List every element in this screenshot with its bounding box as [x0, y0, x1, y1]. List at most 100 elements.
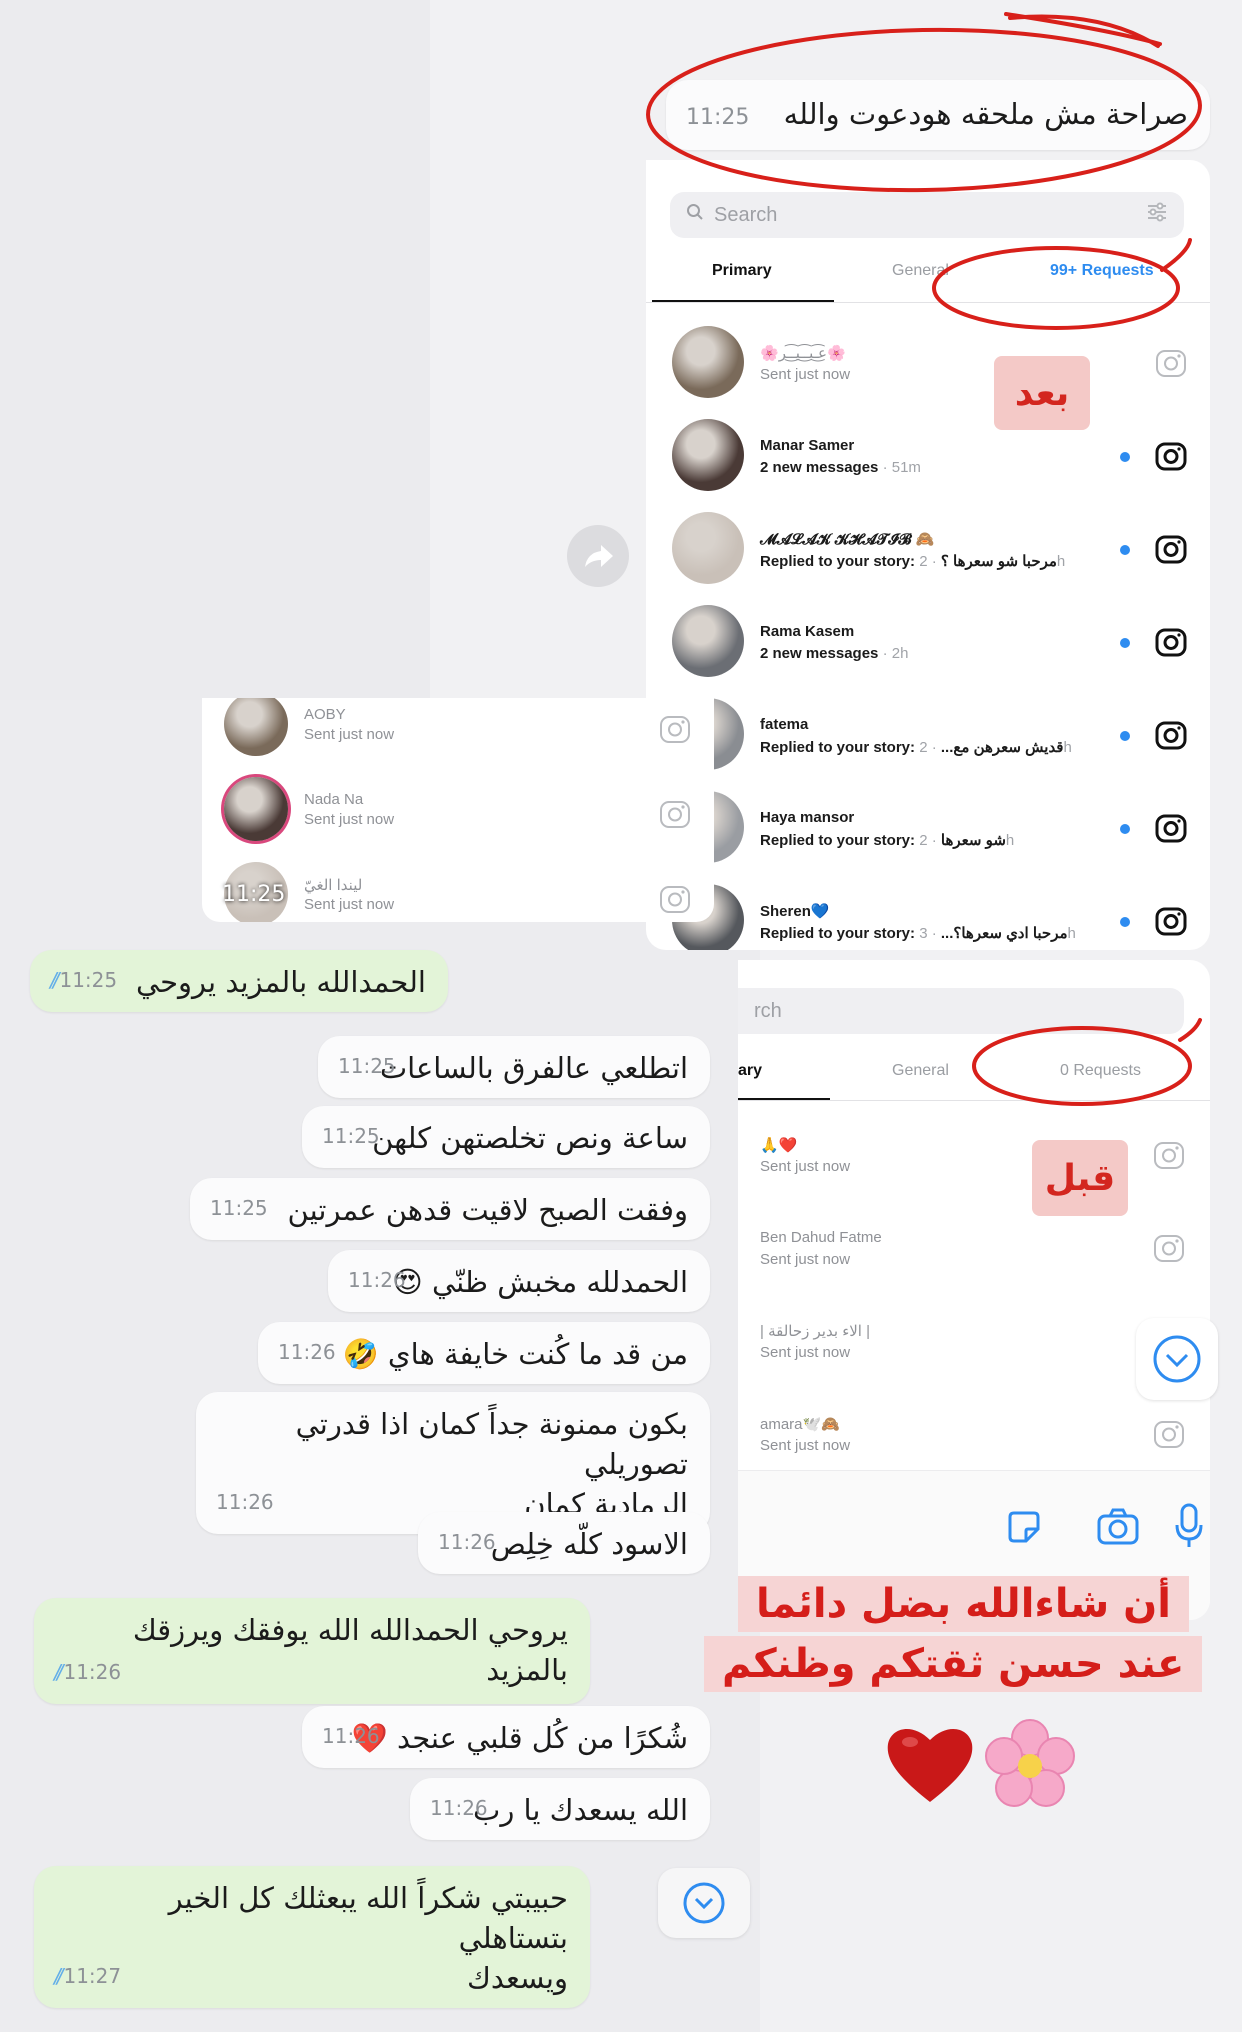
conversation-name: fatema [760, 716, 809, 733]
camera-icon[interactable] [1154, 532, 1188, 566]
conversation-row[interactable]: 🙏❤️ Sent just now [738, 1114, 1210, 1194]
forward-button[interactable] [567, 525, 629, 587]
tab-primary[interactable]: ary [738, 1062, 762, 1080]
conversation-name: Haya mansor [760, 809, 855, 826]
avatar [672, 605, 744, 677]
message-time-value: 11:25 [59, 968, 118, 992]
microphone-icon[interactable] [1174, 1503, 1204, 1553]
conversation-preview-text: Replied to your story: قديش سعرهن مع... [760, 739, 1064, 756]
conversation-preview: Sent just now [760, 1437, 850, 1454]
sticker-icon[interactable] [1004, 1507, 1044, 1551]
conversation-row[interactable]: Sheren💙 Replied to your story: مرحبا ادي … [646, 880, 1210, 950]
search-input[interactable]: Search [670, 192, 1184, 238]
conversation-row[interactable]: AOBY Sent just now [202, 698, 714, 768]
tab-primary[interactable]: Primary [712, 262, 772, 280]
conversation-preview: 2 new messages · 51m [760, 459, 921, 476]
conversation-row[interactable]: Haya mansor Replied to your story: شو سعر… [646, 787, 1210, 867]
annotation-line-1: أن شاءالله بضل دائما [738, 1576, 1189, 1632]
conversation-preview: Sent just now [760, 1158, 850, 1175]
conversation-time-ago: · 2h [878, 645, 909, 662]
conversation-row[interactable]: amara🕊️🙈 Sent just now [738, 1393, 1210, 1473]
conversation-preview: Sent just now [760, 1344, 850, 1361]
avatar [224, 777, 288, 841]
camera-icon[interactable] [1154, 346, 1188, 380]
camera-icon[interactable] [658, 712, 692, 746]
unread-dot [1120, 824, 1130, 834]
message-text: وفقت الصبح لاقيت قدهن عمرتين [287, 1193, 688, 1227]
received-message-bubble[interactable]: الحمدلله مخبش ظنّي 😍 11:26 [328, 1250, 710, 1312]
tab-requests[interactable]: 99+ Requests [1050, 262, 1154, 280]
conversation-preview-text: Replied to your story: مرحبا شو سعرها ؟ [760, 553, 1057, 570]
camera-icon[interactable] [1154, 811, 1188, 845]
received-message-bubble[interactable]: اتطلعي عالفرق بالساعات 11:25 [318, 1036, 710, 1098]
camera-icon[interactable] [1154, 718, 1188, 752]
conversation-row[interactable]: 🌸ع͜͡ـبـ͜͡ـيـ͜͡ـر🌸 Sent just now [646, 322, 1210, 402]
message-time: //11:26 [54, 1652, 121, 1692]
received-message-bubble[interactable]: الله يسعدك يا رب 11:26 [410, 1778, 710, 1840]
tab-general[interactable]: General [892, 1062, 949, 1080]
conversation-name: | الاء بدير زحالقة | [760, 1323, 871, 1340]
chat-scroll-down-button[interactable] [658, 1868, 750, 1938]
message-time: //11:25 [50, 960, 117, 1000]
camera-icon[interactable] [1152, 1417, 1186, 1451]
message-time: 11:26 [430, 1788, 488, 1828]
message-time: 11:26 [348, 1260, 406, 1300]
unread-dot [1120, 731, 1130, 741]
message-text: حبيبتي شكراً الله يبعثلك كل الخير بتستاه… [168, 1881, 568, 1995]
tab-general[interactable]: General [892, 262, 949, 280]
received-message-bubble[interactable]: من قد ما كُنت خايفة هاي 🤣 11:26 [258, 1322, 710, 1384]
camera-icon[interactable] [1096, 1507, 1140, 1551]
conversation-row[interactable]: 𝓜𝓐𝓛𝓐𝓚 𝓚𝓗𝓐𝓣𝓘𝓑 🙈 Replied to your story: مرح… [646, 508, 1210, 588]
camera-icon[interactable] [658, 882, 692, 916]
avatar [672, 419, 744, 491]
sent-message-bubble[interactable]: يروحي الحمدالله الله يوفقك ويرزقك بالمزي… [34, 1598, 590, 1704]
search-placeholder: Search [714, 203, 778, 226]
camera-icon[interactable] [1154, 625, 1188, 659]
unread-dot [1120, 452, 1130, 462]
conversation-time-ago: · 51m [878, 459, 921, 476]
tab-divider [738, 1100, 1210, 1101]
message-time: 11:26 [438, 1522, 496, 1562]
tab-requests[interactable]: 0 Requests [1060, 1062, 1141, 1080]
conversation-preview: Sent just now [304, 896, 394, 913]
message-time-value: 11:25 [322, 1124, 380, 1148]
conversation-row[interactable]: Nada Na Sent just now [202, 773, 714, 853]
conversation-preview-text: Sent just now [760, 1344, 851, 1361]
conversation-name: 🌸ع͜͡ـبـ͜͡ـيـ͜͡ـر🌸 [760, 345, 846, 362]
conversation-preview-text: 2 new messages [760, 645, 879, 662]
conversation-row[interactable]: fatema Replied to your story: قديش سعرهن … [646, 694, 1210, 774]
search-input[interactable]: rch [738, 988, 1184, 1034]
conversation-row[interactable]: Manar Samer 2 new messages · 51m [646, 415, 1210, 495]
camera-icon[interactable] [1154, 904, 1188, 938]
avatar [224, 698, 288, 756]
conversation-preview-text: Sent just now [760, 1251, 851, 1268]
conversation-preview-text: Replied to your story: شو سعرها [760, 832, 1006, 849]
conversation-preview: Replied to your story: قديش سعرهن مع... … [760, 738, 1072, 756]
conversation-preview-text: Sent just now [760, 1437, 851, 1454]
scroll-down-button[interactable] [1136, 1318, 1218, 1400]
received-message-bubble[interactable]: وفقت الصبح لاقيت قدهن عمرتين 11:25 [190, 1178, 710, 1240]
message-time: 11:25 [322, 1116, 380, 1156]
received-message-bubble[interactable]: ساعة ونص تخلصتهن كلهن 11:25 [302, 1106, 710, 1168]
conversation-preview: Sent just now [304, 726, 394, 743]
received-message-bubble[interactable]: الاسود كلّه خِلِص 11:26 [418, 1512, 710, 1574]
conversation-row[interactable]: Rama Kasem 2 new messages · 2h [646, 601, 1210, 681]
search-icon [686, 203, 704, 227]
received-message-bubble[interactable]: شُكرًا من كُل قلبي عنجد ❤️ 11:26 [302, 1706, 710, 1768]
message-text: صراحة مش ملحقه هودعوت والله [783, 97, 1188, 131]
camera-icon[interactable] [1154, 439, 1188, 473]
camera-icon[interactable] [1152, 1138, 1186, 1172]
sent-message-bubble[interactable]: حبيبتي شكراً الله يبعثلك كل الخير بتستاه… [34, 1866, 590, 2008]
message-time-value: 11:26 [348, 1268, 406, 1292]
sent-message-bubble[interactable]: الحمدالله بالمزيد يروحي//11:25 [30, 950, 448, 1012]
message-text: يروحي الحمدالله الله يوفقك ويرزقك بالمزي… [123, 1613, 568, 1687]
conversation-preview: 2 new messages · 2h [760, 645, 908, 662]
camera-icon[interactable] [1152, 1231, 1186, 1265]
filter-icon[interactable] [1146, 202, 1168, 228]
instagram-inbox-before: rch ary General 0 Requests قبل 🙏❤️ Sent j… [738, 960, 1210, 1620]
camera-icon[interactable] [658, 797, 692, 831]
conversation-name: Sheren💙 [760, 903, 830, 920]
conversation-preview: Replied to your story: مرحبا ادي سعرها؟.… [760, 924, 1076, 942]
conversation-name: AOBY [304, 706, 346, 723]
conversation-row[interactable]: Ben Dahud Fatme Sent just now [738, 1207, 1210, 1287]
